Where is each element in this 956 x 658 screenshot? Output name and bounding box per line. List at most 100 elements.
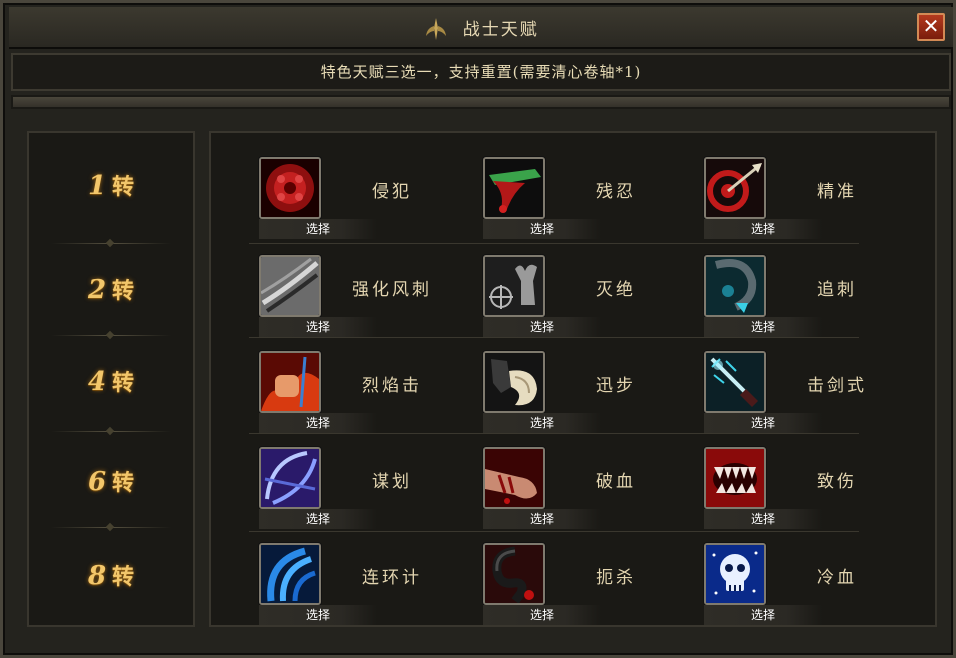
skill-grid: 侵犯 选择 残忍 选择 精准 选择 强化风刺 选择 灭绝 选择 追刺 选择 烈焰… bbox=[209, 131, 937, 627]
skill-card: 强化风刺 选择 bbox=[259, 255, 469, 345]
select-button[interactable]: 选择 bbox=[483, 317, 601, 337]
select-label: 选择 bbox=[529, 512, 554, 526]
select-label: 选择 bbox=[529, 222, 554, 236]
skill-icon-frame[interactable] bbox=[483, 157, 545, 219]
tier-number: 2 bbox=[87, 275, 107, 305]
skill-card: 致伤 选择 bbox=[704, 447, 914, 537]
select-button[interactable]: 选择 bbox=[483, 219, 601, 239]
select-button[interactable]: 选择 bbox=[704, 219, 822, 239]
select-button[interactable]: 选择 bbox=[704, 317, 822, 337]
skill-name: 残忍 bbox=[596, 182, 636, 202]
skill-card: 谋划 选择 bbox=[259, 447, 469, 537]
tier-label: 8转 bbox=[29, 559, 193, 591]
bleeding-blade-icon bbox=[485, 159, 543, 217]
skill-icon-frame[interactable] bbox=[704, 157, 766, 219]
tier-suffix: 转 bbox=[112, 564, 135, 590]
skill-icon-frame[interactable] bbox=[704, 447, 766, 509]
select-label: 选择 bbox=[305, 512, 330, 526]
select-button[interactable]: 选择 bbox=[259, 413, 377, 433]
skill-card: 烈焰击 选择 bbox=[259, 351, 469, 441]
close-icon: ✕ bbox=[922, 14, 940, 38]
select-label: 选择 bbox=[750, 608, 775, 622]
skill-card: 迅步 选择 bbox=[483, 351, 693, 441]
select-button[interactable]: 选择 bbox=[259, 605, 377, 625]
skill-name: 击剑式 bbox=[807, 376, 867, 396]
blue-claw-icon bbox=[261, 545, 319, 603]
close-button[interactable]: ✕ bbox=[917, 13, 945, 41]
skill-card: 追刺 选择 bbox=[704, 255, 914, 345]
select-label: 选择 bbox=[750, 512, 775, 526]
select-label: 选择 bbox=[750, 416, 775, 430]
skill-name: 侵犯 bbox=[372, 182, 412, 202]
skill-icon-frame[interactable] bbox=[259, 255, 321, 317]
tier-4: 4转 bbox=[29, 335, 193, 429]
skill-name: 连环计 bbox=[362, 568, 422, 588]
skill-card: 灭绝 选择 bbox=[483, 255, 693, 345]
frost-skull-icon bbox=[706, 545, 764, 603]
select-button[interactable]: 选择 bbox=[483, 509, 601, 529]
notice-banner: 特色天赋三选一，支持重置(需要清心卷轴*1) bbox=[11, 53, 951, 91]
wind-stab-icon bbox=[261, 257, 319, 315]
skill-name: 破血 bbox=[596, 472, 636, 492]
skill-icon-frame[interactable] bbox=[483, 351, 545, 413]
tier-number: 8 bbox=[87, 561, 107, 591]
skill-card: 残忍 选择 bbox=[483, 157, 693, 247]
select-button[interactable]: 选择 bbox=[483, 605, 601, 625]
skill-icon-frame[interactable] bbox=[259, 543, 321, 605]
ice-sword-icon bbox=[706, 353, 764, 411]
tier-divider bbox=[51, 527, 171, 528]
tier-2: 2转 bbox=[29, 243, 193, 337]
title-bar: 战士天赋 ✕ bbox=[9, 7, 953, 49]
select-button[interactable]: 选择 bbox=[259, 219, 377, 239]
skill-name: 追刺 bbox=[817, 280, 857, 300]
select-label: 选择 bbox=[750, 222, 775, 236]
tier-label: 1转 bbox=[29, 169, 193, 201]
skill-card: 击剑式 选择 bbox=[704, 351, 914, 441]
select-button[interactable]: 选择 bbox=[704, 413, 822, 433]
talent-window: 战士天赋 ✕ 特色天赋三选一，支持重置(需要清心卷轴*1) 1转 2转 4转 6… bbox=[0, 0, 956, 658]
skill-icon-frame[interactable] bbox=[704, 543, 766, 605]
select-button[interactable]: 选择 bbox=[483, 413, 601, 433]
tier-number: 4 bbox=[87, 367, 107, 397]
tier-number: 6 bbox=[87, 467, 107, 497]
skill-card: 侵犯 选择 bbox=[259, 157, 469, 247]
select-label: 选择 bbox=[305, 222, 330, 236]
select-label: 选择 bbox=[529, 608, 554, 622]
swift-boot-icon bbox=[485, 353, 543, 411]
tier-suffix: 转 bbox=[112, 470, 135, 496]
skill-card: 扼杀 选择 bbox=[483, 543, 693, 633]
skill-name: 精准 bbox=[817, 182, 857, 202]
scheme-blades-icon bbox=[261, 449, 319, 507]
select-label: 选择 bbox=[305, 320, 330, 334]
skill-icon-frame[interactable] bbox=[483, 255, 545, 317]
tier-suffix: 转 bbox=[112, 278, 135, 304]
skill-icon-frame[interactable] bbox=[483, 447, 545, 509]
skill-name: 谋划 bbox=[372, 472, 412, 492]
select-label: 选择 bbox=[529, 320, 554, 334]
skill-icon-frame[interactable] bbox=[704, 255, 766, 317]
select-label: 选择 bbox=[529, 416, 554, 430]
select-button[interactable]: 选择 bbox=[704, 509, 822, 529]
fanged-maw-icon bbox=[706, 449, 764, 507]
hook-blade-icon bbox=[706, 257, 764, 315]
target-arrow-icon bbox=[706, 159, 764, 217]
select-label: 选择 bbox=[305, 608, 330, 622]
skill-icon-frame[interactable] bbox=[259, 351, 321, 413]
tier-divider bbox=[51, 431, 171, 432]
skill-icon-frame[interactable] bbox=[483, 543, 545, 605]
select-button[interactable]: 选择 bbox=[704, 605, 822, 625]
tier-label: 2转 bbox=[29, 273, 193, 305]
skill-icon-frame[interactable] bbox=[259, 157, 321, 219]
tier-suffix: 转 bbox=[112, 370, 135, 396]
tier-8: 8转 bbox=[29, 529, 193, 623]
select-button[interactable]: 选择 bbox=[259, 509, 377, 529]
skill-icon-frame[interactable] bbox=[704, 351, 766, 413]
tier-number: 1 bbox=[87, 171, 107, 201]
select-button[interactable]: 选择 bbox=[259, 317, 377, 337]
window-title: 战士天赋 bbox=[9, 15, 953, 44]
tier-label: 6转 bbox=[29, 465, 193, 497]
skill-name: 灭绝 bbox=[596, 280, 636, 300]
crosshair-bull-icon bbox=[485, 257, 543, 315]
skill-icon-frame[interactable] bbox=[259, 447, 321, 509]
skill-card: 冷血 选择 bbox=[704, 543, 914, 633]
